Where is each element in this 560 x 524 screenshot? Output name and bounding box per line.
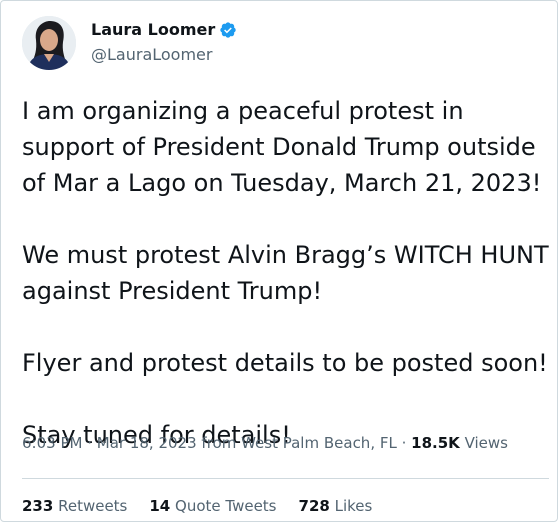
quote-tweets-stat[interactable]: 14 Quote Tweets bbox=[149, 497, 276, 515]
avatar[interactable] bbox=[22, 16, 76, 70]
likes-label: Likes bbox=[334, 497, 373, 515]
author-handle[interactable]: @LauraLoomer bbox=[91, 45, 212, 64]
divider bbox=[22, 478, 549, 479]
author-name[interactable]: Laura Loomer bbox=[91, 20, 215, 39]
quote-tweets-label: Quote Tweets bbox=[175, 497, 277, 515]
tweet-paragraph: We must protest Alvin Bragg’s WITCH HUNT… bbox=[22, 241, 549, 305]
likes-stat[interactable]: 728 Likes bbox=[299, 497, 373, 515]
tweet-card: Laura Loomer @LauraLoomer I am organizin… bbox=[0, 0, 558, 522]
retweets-label: Retweets bbox=[58, 497, 128, 515]
avatar-photo bbox=[22, 16, 76, 70]
meta-separator: · bbox=[82, 434, 97, 452]
likes-count: 728 bbox=[298, 497, 330, 515]
tweet-paragraph: Flyer and protest details to be posted s… bbox=[22, 349, 548, 377]
views-label: Views bbox=[464, 434, 508, 452]
tweet-time[interactable]: 6:03 PM bbox=[22, 434, 82, 452]
author-name-row: Laura Loomer bbox=[91, 20, 237, 39]
meta-separator: · bbox=[396, 434, 412, 452]
tweet-location: from West Palm Beach, FL bbox=[201, 434, 397, 452]
retweets-count: 233 bbox=[22, 497, 54, 515]
tweet-text: I am organizing a peaceful protest in su… bbox=[22, 93, 552, 453]
quote-tweets-count: 14 bbox=[149, 497, 171, 515]
verified-badge-icon bbox=[219, 21, 237, 39]
engagement-stats: 233 Retweets 14 Quote Tweets 728 Likes bbox=[22, 497, 372, 515]
tweet-date[interactable]: Mar 18, 2023 bbox=[97, 434, 197, 452]
views-count: 18.5K bbox=[411, 434, 460, 452]
tweet-meta: 6:03 PM · Mar 18, 2023 from West Palm Be… bbox=[22, 434, 508, 452]
retweets-stat[interactable]: 233 Retweets bbox=[22, 497, 127, 515]
tweet-paragraph: I am organizing a peaceful protest in su… bbox=[22, 97, 542, 197]
